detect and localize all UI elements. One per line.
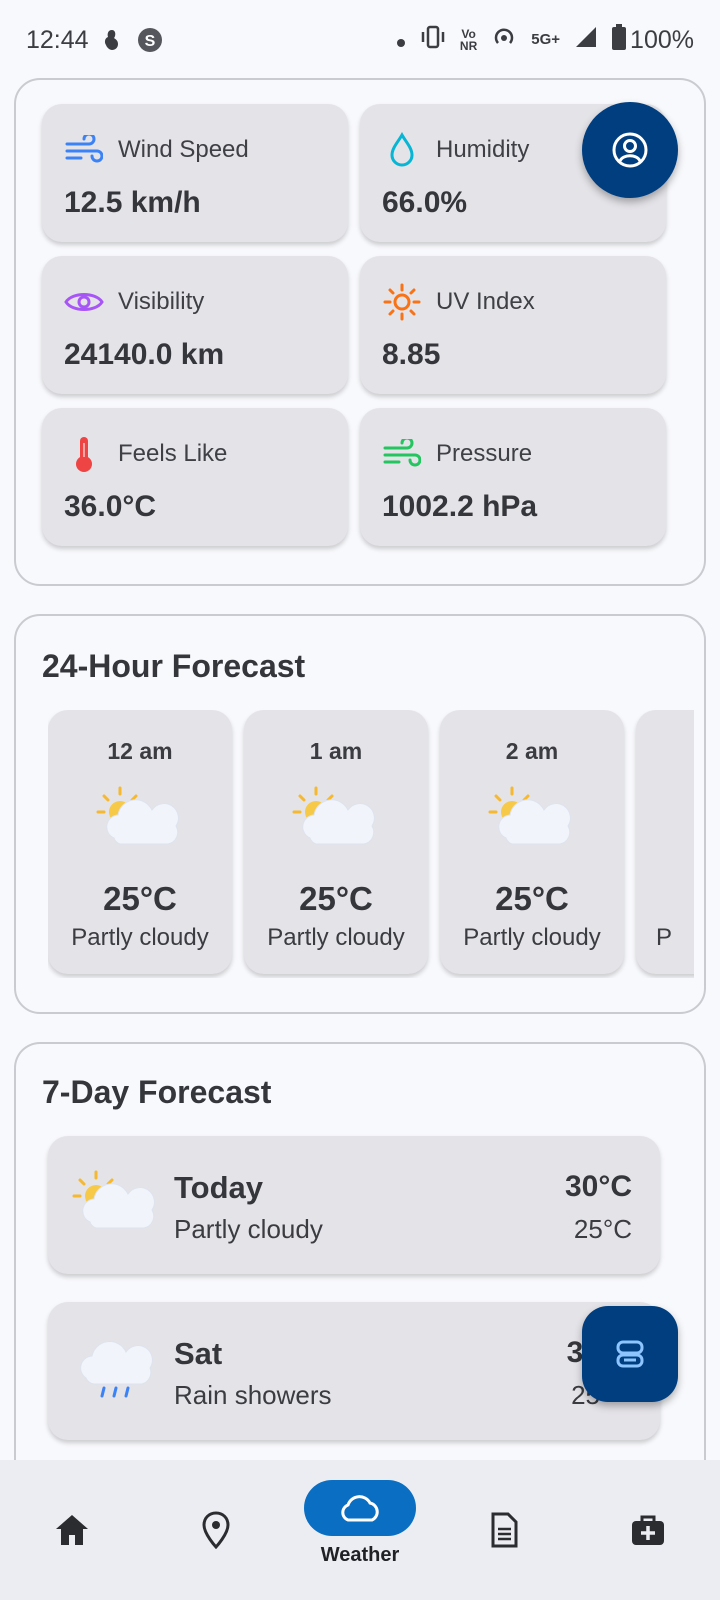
humidity-value: 66.0% [382, 186, 468, 219]
visibility-value: 24140.0 km [64, 338, 225, 371]
vibrate-icon [420, 25, 446, 56]
day-condition: Rain showers [174, 1380, 332, 1410]
medical-kit-icon [628, 1510, 668, 1550]
visibility-tile: Visibility 24140.0 km [42, 256, 348, 394]
hour-time: 1 am [309, 738, 363, 764]
wind-speed-label: Wind Speed [118, 136, 249, 163]
uv-index-label: UV Index [436, 288, 535, 315]
hour-card-partial[interactable]: P [636, 710, 694, 974]
hourly-forecast-card: 24-Hour Forecast 12 am 25°C Partly cloud… [14, 614, 706, 1014]
nav-reports[interactable] [432, 1460, 576, 1600]
partly-cloudy-icon [72, 1170, 155, 1229]
hour-temp: 25°C [299, 880, 373, 917]
uv-index-tile: UV Index 8.85 [360, 256, 666, 394]
hourly-forecast-title: 24-Hour Forecast [42, 648, 306, 684]
hour-card[interactable]: 1 am 25°C Partly cloudy [244, 710, 428, 974]
visibility-label: Visibility [118, 288, 205, 315]
thermometer-icon [64, 434, 104, 474]
hour-temp: 25°C [103, 880, 177, 917]
feels-like-value: 36.0°C [64, 490, 157, 523]
day-name: Sat [174, 1336, 223, 1371]
notification-app-icon [101, 28, 123, 52]
nav-weather[interactable]: Weather [288, 1460, 432, 1600]
hour-condition: P [656, 924, 673, 951]
day-condition: Partly cloudy [174, 1214, 323, 1244]
hour-time: 2 am [505, 738, 559, 764]
svg-text:S: S [144, 33, 155, 50]
wind-speed-value: 12.5 km/h [64, 186, 201, 219]
hour-condition: Partly cloudy [267, 924, 405, 951]
daily-forecast-title: 7-Day Forecast [42, 1074, 272, 1110]
pressure-value: 1002.2 hPa [382, 490, 538, 523]
volte-indicator: Vo NR [460, 28, 477, 52]
bottom-navigation: Weather [0, 1460, 720, 1600]
wind-icon [64, 130, 104, 170]
wind-speed-tile: Wind Speed 12.5 km/h [42, 104, 348, 242]
nav-kit[interactable] [576, 1460, 720, 1600]
notification-s-icon: S [137, 27, 163, 53]
hourly-scroll[interactable]: 12 am 25°C Partly cloudy 1 am 25°C Partl… [48, 710, 694, 978]
battery-percent: 100% [630, 25, 694, 54]
assistant-bot-button[interactable] [582, 1306, 678, 1402]
pressure-label: Pressure [436, 440, 533, 467]
status-time: 12:44 [26, 25, 89, 54]
partly-cloudy-icon [488, 786, 571, 845]
humidity-label: Humidity [436, 136, 530, 163]
partly-cloudy-icon [292, 786, 375, 845]
nav-home[interactable] [0, 1460, 144, 1600]
nav-places[interactable] [144, 1460, 288, 1600]
day-low: 25°C [573, 1214, 632, 1244]
user-circle-icon [612, 132, 648, 168]
hour-time: 12 am [107, 738, 173, 764]
feels-like-tile: Feels Like 36.0°C [42, 408, 348, 546]
location-pin-icon [196, 1510, 236, 1550]
hotspot-icon [491, 24, 517, 57]
uv-index-value: 8.85 [382, 338, 441, 371]
hour-card[interactable]: 12 am 25°C Partly cloudy [48, 710, 232, 974]
nav-weather-label: Weather [320, 1544, 400, 1566]
day-row[interactable]: Sat Rain showers 31 25 [48, 1302, 660, 1440]
droplet-icon [382, 130, 422, 170]
feels-like-label: Feels Like [118, 440, 228, 467]
profile-button[interactable] [582, 102, 678, 198]
hour-temp: 25°C [495, 880, 569, 917]
partly-cloudy-icon [96, 786, 179, 845]
wind-gauge-icon [382, 434, 422, 474]
day-high: 30°C [564, 1170, 632, 1203]
rain-cloud-icon [80, 1341, 153, 1398]
day-name: Today [174, 1170, 263, 1205]
day-row[interactable]: Today Partly cloudy 30°C 25°C [48, 1136, 660, 1274]
dot-icon [396, 26, 406, 55]
pressure-tile: Pressure 1002.2 hPa [360, 408, 666, 546]
network-type: 5G+ [531, 31, 561, 48]
robot-icon [616, 1340, 644, 1368]
hour-condition: Partly cloudy [71, 924, 209, 951]
hour-card[interactable]: 2 am 25°C Partly cloudy [440, 710, 624, 974]
volte-bottom: NR [459, 39, 478, 53]
cloud-icon [304, 1480, 416, 1536]
status-bar: 12:44 S Vo NR 5G+ 100% [0, 0, 720, 80]
hour-condition: Partly cloudy [463, 924, 601, 951]
home-icon [52, 1510, 92, 1550]
eye-icon [64, 282, 104, 322]
signal-icon [574, 25, 598, 56]
sun-icon [382, 282, 422, 322]
battery-icon [612, 23, 627, 57]
document-icon [484, 1510, 524, 1550]
